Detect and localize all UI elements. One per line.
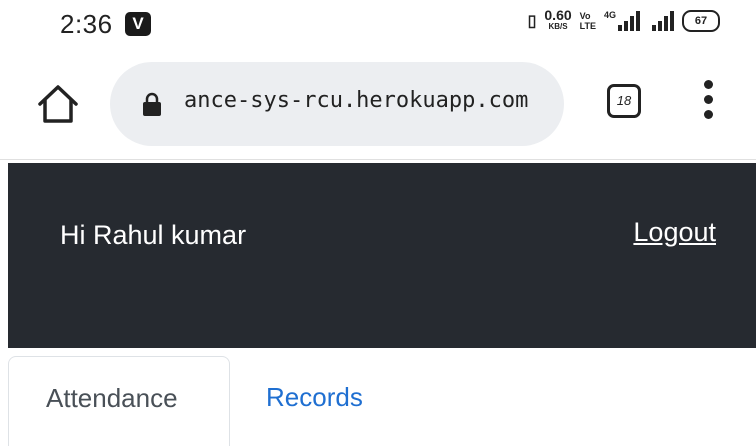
- logout-link[interactable]: Logout: [633, 217, 716, 248]
- signal-icon-sim1: [618, 11, 640, 31]
- net-speed-unit: KB/S: [548, 22, 568, 31]
- net-speed-indicator: 0.60 KB/S: [544, 7, 572, 32]
- tab-switcher-button[interactable]: 18: [607, 84, 641, 118]
- address-bar[interactable]: ance-sys-rcu.herokuapp.com: [110, 62, 564, 146]
- battery-icon: 67: [682, 10, 720, 32]
- volte-top: Vo: [579, 11, 591, 21]
- tab-attendance-label: Attendance: [46, 383, 178, 413]
- user-greeting: Hi Rahul kumar: [60, 220, 247, 250]
- signal-icon-sim2: [652, 11, 674, 31]
- more-menu-icon[interactable]: [702, 80, 714, 126]
- tab-bar: Attendance Records: [8, 356, 756, 446]
- status-time: 2:36: [60, 9, 113, 39]
- browser-toolbar: ance-sys-rcu.herokuapp.com 18: [0, 60, 756, 152]
- net-speed-value: 0.60: [544, 7, 572, 23]
- network-type: 4G: [603, 10, 616, 20]
- vibrate-icon: ▯: [527, 13, 537, 30]
- status-bar: 2:36 V ▯ 0.60 KB/S Vo LTE 4G 67: [0, 0, 756, 52]
- lock-icon: [142, 92, 162, 116]
- volte-icon: Vo LTE: [580, 11, 596, 31]
- volte-bottom: LTE: [579, 21, 596, 31]
- app-header: Hi Rahul kumar Logout: [8, 163, 756, 348]
- home-icon[interactable]: [36, 82, 80, 126]
- system-icons: ▯ 0.60 KB/S Vo LTE 4G 67: [527, 7, 720, 32]
- notification-app-icon: V: [125, 12, 151, 36]
- tab-records[interactable]: Records: [266, 382, 363, 413]
- url-text: ance-sys-rcu.herokuapp.com: [184, 88, 529, 113]
- toolbar-divider: [0, 159, 756, 160]
